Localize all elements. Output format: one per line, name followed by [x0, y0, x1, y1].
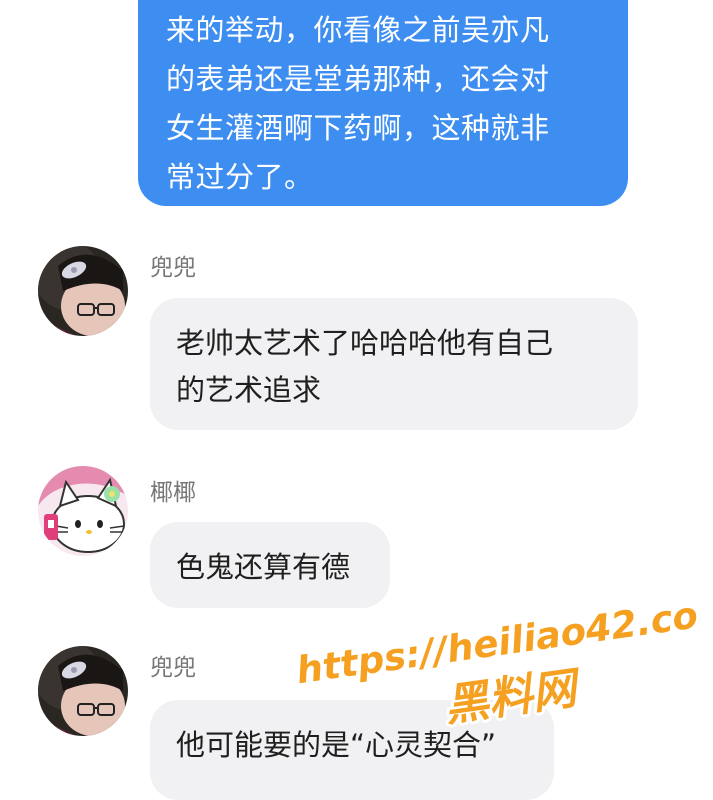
- sender-name: 兜兜: [150, 255, 196, 281]
- photo-avatar[interactable]: [38, 646, 128, 736]
- sender-name: 椰椰: [150, 480, 196, 506]
- chat-thread: 来的举动，你看像之前吴亦凡 的表弟还是堂弟那种，还会对 女生灌酒啊下药啊，这种就…: [0, 0, 713, 800]
- incoming-message-bubble[interactable]: 他可能要的是“心灵契合”: [150, 700, 554, 800]
- outgoing-message-bubble[interactable]: 来的举动，你看像之前吴亦凡 的表弟还是堂弟那种，还会对 女生灌酒啊下药啊，这种就…: [138, 0, 628, 206]
- photo-avatar[interactable]: [38, 246, 128, 336]
- incoming-message-bubble[interactable]: 色鬼还算有德: [150, 522, 390, 608]
- hello-kitty-avatar[interactable]: [38, 466, 128, 556]
- incoming-message-bubble[interactable]: 老帅太艺术了哈哈哈他有自己 的艺术追求: [150, 298, 638, 430]
- sender-name: 兜兜: [150, 655, 196, 681]
